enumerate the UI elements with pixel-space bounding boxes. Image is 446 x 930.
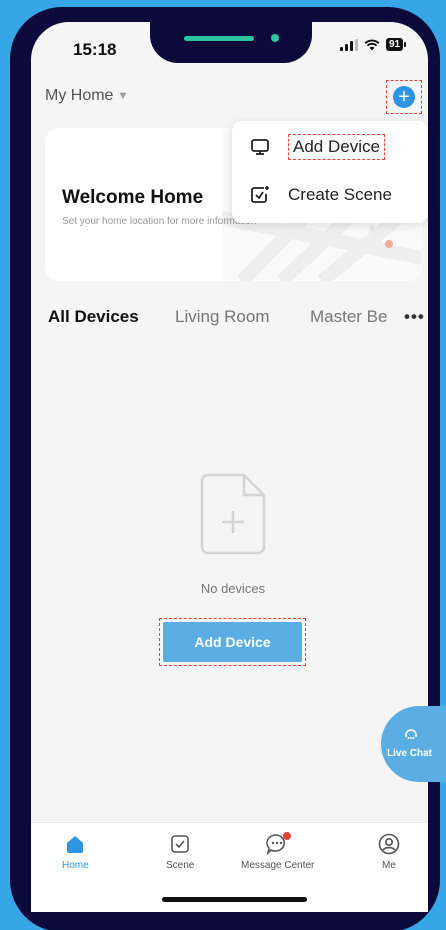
notch-speaker <box>184 36 254 41</box>
tab-master-bedroom[interactable]: Master Be <box>310 307 387 327</box>
empty-state-message: No devices <box>200 581 266 596</box>
caret-down-icon: ▼ <box>117 90 129 102</box>
welcome-subtitle: Set your home location for more informat… <box>62 216 257 227</box>
tab-living-room[interactable]: Living Room <box>175 307 270 327</box>
profile-icon <box>378 831 400 857</box>
tab-all-devices[interactable]: All Devices <box>48 307 139 327</box>
status-time: 15:18 <box>73 40 117 59</box>
tabbar-scene[interactable]: Scene <box>166 831 194 871</box>
battery-icon: 91 <box>386 38 407 51</box>
scene-icon <box>170 831 190 857</box>
more-tabs-icon[interactable]: ••• <box>396 307 425 327</box>
live-chat-label: Live Chat <box>387 748 433 759</box>
tabbar-me[interactable]: Me <box>378 831 400 871</box>
chat-headset-icon <box>403 729 419 746</box>
plus-icon: + <box>393 86 415 108</box>
menu-item-add-device[interactable]: Add Device <box>248 134 385 160</box>
tabbar-home[interactable]: Home <box>62 831 89 871</box>
welcome-title: Welcome Home <box>62 187 204 208</box>
home-indicator <box>162 897 307 902</box>
wifi-icon <box>364 39 380 50</box>
tabbar-label: Home <box>62 860 89 871</box>
tabbar-label: Message Center <box>241 860 315 871</box>
tabbar-label: Scene <box>166 860 195 871</box>
menu-item-label: Create Scene <box>288 185 392 204</box>
create-scene-icon <box>248 185 272 205</box>
home-icon <box>65 831 85 857</box>
home-name: My Home <box>45 87 114 104</box>
signal-icon <box>340 38 358 51</box>
status-icons: 91 <box>340 38 407 51</box>
message-icon <box>265 831 291 857</box>
add-device-highlight: Add Device <box>159 618 306 666</box>
add-device-icon <box>248 137 272 157</box>
home-selector[interactable]: My Home ▼ <box>45 87 128 105</box>
empty-document-icon <box>200 473 266 555</box>
notch-camera <box>271 34 279 42</box>
add-menu-dropdown: Add Device Create Scene <box>232 121 428 223</box>
phone-notch <box>150 7 312 63</box>
add-button[interactable]: + <box>386 80 422 114</box>
menu-item-create-scene[interactable]: Create Scene <box>248 185 392 205</box>
add-device-button[interactable]: Add Device <box>163 622 302 662</box>
room-tabs: All Devices Living Room Master Be ••• <box>48 307 425 331</box>
tabbar-message-center[interactable]: Message Center <box>241 831 314 871</box>
menu-item-label: Add Device <box>288 134 385 160</box>
tabbar-label: Me <box>382 860 396 871</box>
